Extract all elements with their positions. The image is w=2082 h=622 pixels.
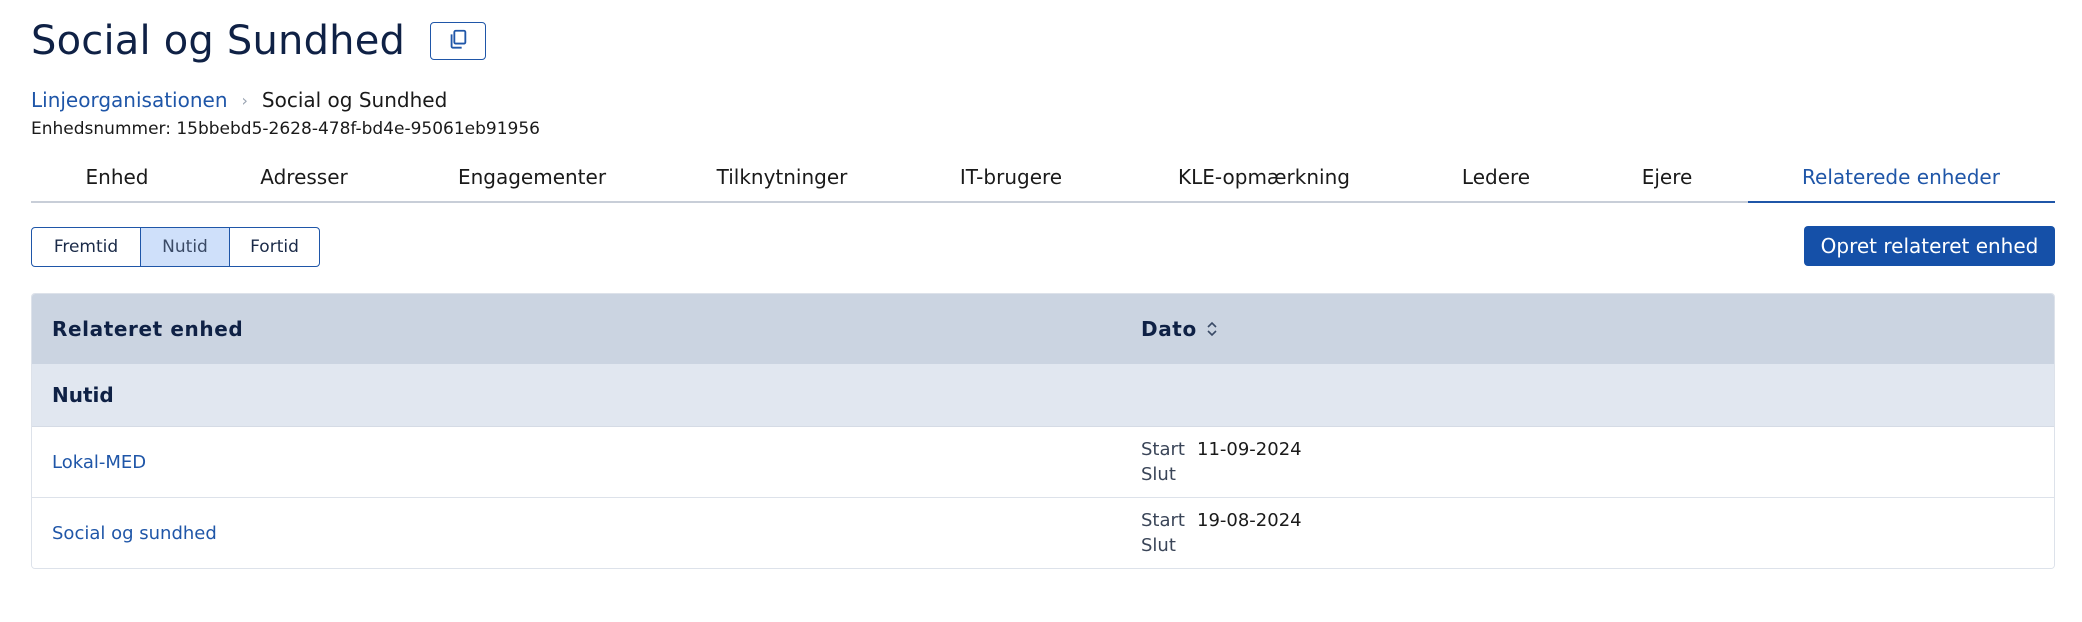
end-label: Slut	[1141, 535, 1176, 556]
time-filter: Fremtid Nutid Fortid	[31, 227, 320, 267]
table-row: Lokal-MED Start 11-09-2024 Slut	[32, 427, 2054, 498]
tab-relaterede-enheder[interactable]: Relaterede enheder	[1802, 165, 2000, 201]
tab-it-brugere[interactable]: IT-brugere	[960, 165, 1062, 201]
end-label: Slut	[1141, 464, 1176, 485]
group-row: Nutid	[32, 364, 2054, 427]
table-header: Relateret enhed Dato	[32, 294, 2054, 364]
start-date: 11-09-2024	[1197, 439, 1302, 460]
tab-bar: Enhed Adresser Engagementer Tilknytninge…	[31, 165, 2055, 203]
active-tab-indicator	[1748, 201, 2055, 203]
copy-icon	[447, 28, 469, 54]
date-range: Start 19-08-2024 Slut	[1141, 508, 1302, 558]
filter-fremtid-button[interactable]: Fremtid	[32, 228, 140, 266]
sort-icon[interactable]	[1206, 320, 1218, 338]
tab-enhed[interactable]: Enhed	[86, 165, 149, 201]
chevron-right-icon: ›	[241, 90, 248, 110]
start-label: Start	[1141, 439, 1185, 460]
start-date: 19-08-2024	[1197, 510, 1302, 531]
title-row: Social og Sundhed	[31, 18, 487, 64]
table-row: Social og sundhed Start 19-08-2024 Slut	[32, 498, 2054, 568]
group-label: Nutid	[52, 383, 114, 407]
breadcrumb: Linjeorganisationen › Social og Sundhed	[31, 88, 447, 112]
filter-fortid-button[interactable]: Fortid	[229, 228, 319, 266]
related-unit-link[interactable]: Lokal-MED	[52, 427, 146, 497]
tab-ledere[interactable]: Ledere	[1462, 165, 1530, 201]
copy-button[interactable]	[430, 22, 487, 60]
related-unit-link[interactable]: Social og sundhed	[52, 498, 217, 568]
filter-nutid-button[interactable]: Nutid	[140, 228, 229, 266]
column-header-unit-label: Relateret enhed	[52, 317, 244, 341]
page: Social og Sundhed Linjeorganisationen › …	[0, 0, 2082, 622]
tab-engagementer[interactable]: Engagementer	[458, 165, 606, 201]
related-units-table: Relateret enhed Dato Nutid Lokal-MED Sta…	[31, 293, 2055, 569]
tab-ejere[interactable]: Ejere	[1642, 165, 1693, 201]
breadcrumb-current: Social og Sundhed	[261, 88, 448, 112]
breadcrumb-parent-link[interactable]: Linjeorganisationen	[31, 88, 228, 112]
column-header-unit: Relateret enhed	[52, 294, 243, 364]
column-header-date-label: Dato	[1141, 317, 1197, 341]
start-label: Start	[1141, 510, 1185, 531]
column-header-date[interactable]: Dato	[1141, 294, 1218, 364]
tab-adresser[interactable]: Adresser	[260, 165, 347, 201]
create-related-unit-button[interactable]: Opret relateret enhed	[1804, 226, 2055, 266]
unit-number: Enhedsnummer: 15bbebd5-2628-478f-bd4e-95…	[31, 119, 540, 139]
page-title: Social og Sundhed	[31, 18, 406, 64]
tab-kle-opmaerkning[interactable]: KLE-opmærkning	[1178, 165, 1350, 201]
tab-tilknytninger[interactable]: Tilknytninger	[717, 165, 848, 201]
date-range: Start 11-09-2024 Slut	[1141, 437, 1302, 487]
